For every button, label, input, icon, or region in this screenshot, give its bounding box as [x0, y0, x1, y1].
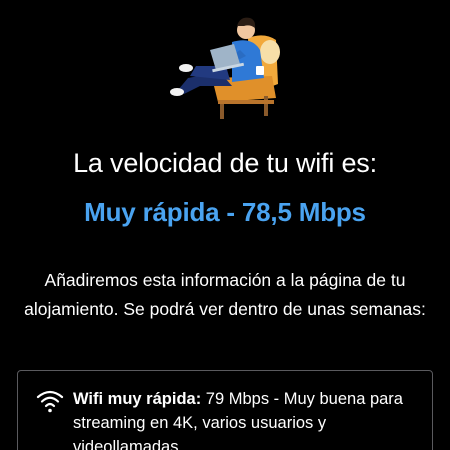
info-description: Añadiremos esta información a la página …	[24, 270, 426, 319]
wifi-speed-info-card: Wifi muy rápida: 79 Mbps - Muy buena par…	[17, 370, 433, 450]
wifi-speed-info-text: Wifi muy rápida: 79 Mbps - Muy buena par…	[73, 387, 423, 450]
person-on-laptop-illustration	[170, 17, 280, 119]
speed-result-value: Muy rápida - 78,5 Mbps	[84, 197, 366, 227]
wifi-speed-title: Wifi muy rápida:	[73, 390, 202, 408]
wifi-icon	[36, 390, 64, 413]
speed-result-heading: La velocidad de tu wifi es:	[73, 148, 377, 178]
wifi-speed-result-screen: La velocidad de tu wifi es: Muy rápida -…	[0, 0, 450, 450]
